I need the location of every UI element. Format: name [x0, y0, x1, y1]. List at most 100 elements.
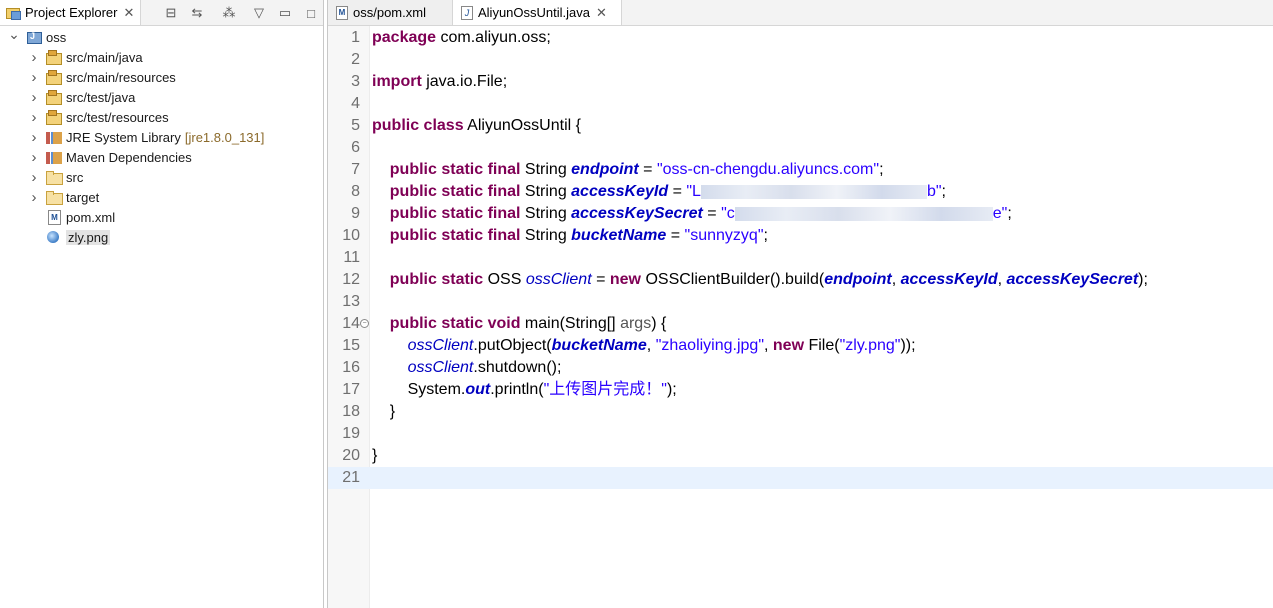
code-line[interactable]: 12 public static OSS ossClient = new OSS… — [328, 269, 1273, 291]
redacted-secret — [700, 184, 927, 199]
code-line[interactable]: 9 public static final String accessKeySe… — [328, 203, 1273, 225]
library-icon — [46, 150, 62, 164]
code-token: package — [372, 29, 437, 46]
code-line[interactable]: 8 public static final String accessKeyId… — [328, 181, 1273, 203]
chevron-right-icon[interactable]: › — [28, 49, 40, 66]
tab-aliyun-oss-until-java[interactable]: J AliyunOssUntil.java ✕ — [452, 0, 622, 25]
code-line[interactable]: 19 — [328, 423, 1273, 445]
tree-item-label: zly.png — [66, 229, 111, 245]
tree-item[interactable]: › target — [28, 187, 100, 207]
tree-item[interactable]: › src/main/resources — [28, 67, 176, 87]
chevron-right-icon[interactable]: › — [28, 129, 40, 146]
code-token: ; — [941, 183, 946, 200]
line-number: 8 — [351, 183, 360, 200]
code-line[interactable]: 2 — [328, 49, 1273, 71]
tree-item[interactable]: › src/main/java — [28, 47, 143, 67]
close-icon[interactable]: ✕ — [123, 5, 134, 21]
code-line[interactable]: 10 public static final String bucketName… — [328, 225, 1273, 247]
tab-pom-xml[interactable]: M oss/pom.xml — [328, 0, 461, 25]
code-token: )); — [900, 337, 916, 354]
folder-icon — [46, 170, 63, 185]
tab-label: Project Explorer — [25, 5, 118, 20]
code-line[interactable]: 14− public static void main(String[] arg… — [328, 313, 1273, 335]
code-token: public static final — [389, 205, 521, 222]
code-line[interactable]: 7 public static final String endpoint = … — [328, 159, 1273, 181]
code-token: = — [666, 227, 685, 244]
tree-item[interactable]: pom.xml — [28, 207, 115, 227]
chevron-right-icon[interactable]: › — [28, 109, 40, 126]
code-token: .println( — [490, 381, 544, 398]
chevron-right-icon[interactable]: › — [28, 169, 40, 186]
current-line[interactable]: 21 — [328, 467, 1273, 489]
code-token: "sunnyzyq" — [684, 227, 764, 244]
code-token: new — [772, 337, 805, 354]
chevron-right-icon[interactable]: › — [28, 89, 40, 106]
code-token: java.io.File; — [421, 73, 508, 90]
code-token: accessKeySecret — [571, 205, 703, 222]
project-explorer-panel: Project Explorer ✕ ⊟ ⇆ ⁂ ▽ ▭ □ ⌄ oss › src/… — [0, 0, 324, 608]
chevron-right-icon[interactable]: › — [28, 149, 40, 166]
tree-item[interactable]: ⌄ oss — [8, 26, 66, 47]
code-token: accessKeyId — [571, 183, 669, 200]
line-number: 21 — [342, 469, 360, 486]
maximize-icon[interactable]: □ — [303, 5, 319, 21]
code-token: out — [465, 381, 491, 398]
tree-item-label: src/test/java — [66, 89, 136, 105]
line-number: 4 — [351, 95, 360, 112]
code-text: public static final String endpoint = "o… — [372, 159, 884, 181]
view-menu-icon[interactable]: ▽ — [251, 5, 267, 21]
link-with-editor-icon[interactable]: ⇆ — [189, 5, 205, 21]
code-token: ) { — [651, 315, 667, 332]
code-token: accessKeySecret — [1006, 271, 1139, 288]
tree-item[interactable]: › Maven Dependencies — [28, 147, 192, 167]
tree-item[interactable]: › src/test/java — [28, 87, 136, 107]
code-token: ; — [879, 161, 884, 178]
code-token: public static final — [389, 161, 521, 178]
code-line[interactable]: 16 ossClient.shutdown(); — [328, 357, 1273, 379]
code-token: = — [668, 183, 687, 200]
close-icon[interactable]: ✕ — [596, 5, 607, 21]
code-line[interactable]: 20} — [328, 445, 1273, 467]
code-line[interactable]: 13 — [328, 291, 1273, 313]
line-number: 16 — [342, 359, 360, 376]
code-token: } — [372, 403, 396, 420]
java-file-icon: J — [461, 5, 473, 20]
code-text: public static final String accessKeyId =… — [372, 181, 946, 203]
code-line[interactable]: 17 System.out.println("上传图片完成！"); — [328, 379, 1273, 401]
code-token: ; — [1007, 205, 1012, 222]
chevron-right-icon[interactable]: › — [28, 69, 40, 86]
tree-item[interactable]: zly.png — [28, 227, 111, 247]
code-text: System.out.println("上传图片完成！"); — [372, 379, 677, 401]
chevron-down-icon[interactable]: ⌄ — [8, 26, 20, 42]
tree-item[interactable]: › src — [28, 167, 84, 187]
code-token: import — [372, 73, 422, 90]
tree-item-label: Maven Dependencies — [66, 149, 192, 165]
code-line[interactable]: 18 } — [328, 401, 1273, 423]
code-line[interactable]: 3 import java.io.File; — [328, 71, 1273, 93]
code-token: args — [620, 315, 652, 332]
code-line[interactable]: 15 ossClient.putObject(bucketName, "zhao… — [328, 335, 1273, 357]
collapse-all-icon[interactable]: ⊟ — [163, 5, 179, 21]
chevron-right-icon[interactable]: › — [28, 189, 40, 206]
line-number: 3 — [351, 73, 360, 90]
tree-item[interactable]: › src/test/resources — [28, 107, 169, 127]
tab-project-explorer[interactable]: Project Explorer ✕ — [0, 0, 142, 25]
code-line[interactable]: 6 — [328, 137, 1273, 159]
code-line[interactable]: 5 public class AliyunOssUntil { — [328, 115, 1273, 137]
code-line[interactable]: 11 — [328, 247, 1273, 269]
code-token: endpoint — [571, 161, 639, 178]
code-token: endpoint — [824, 271, 892, 288]
code-token: .putObject( — [473, 337, 552, 354]
tree-item[interactable]: › JRE System Library [jre1.8.0_131] — [28, 127, 265, 147]
fold-toggle-icon[interactable]: − — [360, 319, 369, 328]
filters-icon[interactable]: ⁂ — [221, 5, 237, 21]
code-line[interactable]: 4 — [328, 93, 1273, 115]
code-line[interactable]: 1 package com.aliyun.oss; — [328, 27, 1273, 49]
minimize-icon[interactable]: ▭ — [277, 5, 293, 21]
code-text: public static final String bucketName = … — [372, 225, 768, 247]
